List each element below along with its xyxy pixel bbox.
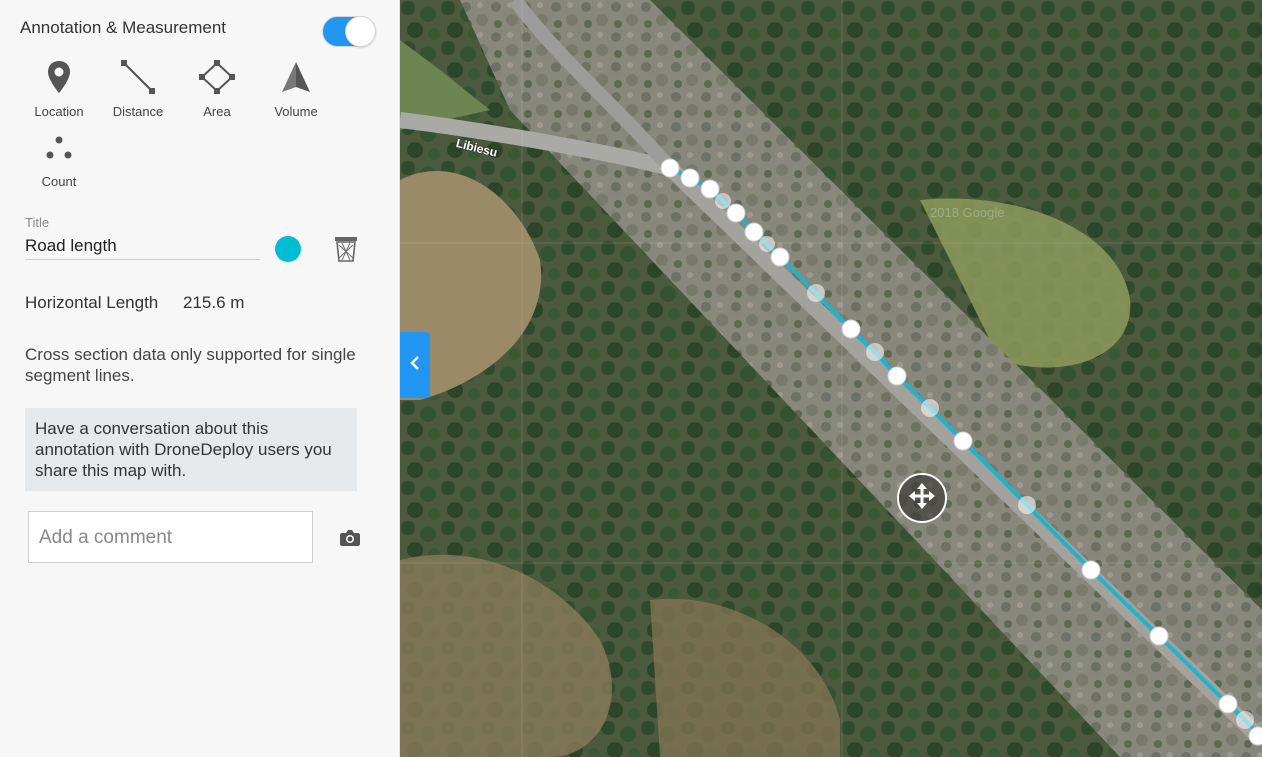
tool-distance[interactable]: Distance [98, 60, 178, 119]
delete-button[interactable] [334, 236, 358, 267]
location-pin-icon [19, 60, 99, 96]
satellite-imagery [400, 0, 1262, 757]
attach-photo-button[interactable] [340, 529, 360, 551]
annotation-panel: Annotation & Measurement Location Distan… [0, 0, 400, 757]
map-view[interactable]: Libiesu 2018 Google [400, 0, 1262, 757]
tool-count-label: Count [41, 174, 77, 189]
collapse-panel-button[interactable] [400, 332, 430, 398]
camera-icon [340, 530, 360, 550]
tool-volume[interactable]: Volume [256, 60, 336, 119]
distance-line-icon [98, 60, 178, 96]
map-watermark: 2018 Google [930, 205, 1005, 220]
tool-location[interactable]: Location [19, 60, 99, 119]
comment-input[interactable]: Add a comment [28, 511, 313, 563]
move-annotation-handle[interactable] [897, 473, 947, 523]
tool-area[interactable]: Area [177, 60, 257, 119]
conversation-info-box: Have a conversation about this annotatio… [25, 408, 357, 491]
title-field-label: Title [25, 215, 50, 230]
horizontal-length-value: 215.6 m [183, 293, 245, 312]
chevron-left-icon [410, 355, 420, 375]
count-dots-icon [19, 130, 99, 166]
horizontal-length-label: Horizontal Length [25, 293, 159, 312]
move-arrows-icon [908, 482, 936, 515]
tool-area-label: Area [203, 104, 231, 119]
cross-section-note: Cross section data only supported for si… [25, 345, 356, 385]
tool-volume-label: Volume [274, 104, 318, 119]
color-picker-button[interactable] [275, 236, 301, 262]
volume-pyramid-icon [256, 60, 336, 96]
tool-location-label: Location [34, 104, 84, 119]
tool-count[interactable]: Count [19, 130, 99, 189]
tool-distance-label: Distance [112, 104, 164, 119]
panel-title: Annotation & Measurement [20, 18, 227, 37]
area-polygon-icon [177, 60, 257, 96]
title-input[interactable]: Road length [25, 234, 260, 260]
annotation-toggle[interactable] [322, 16, 376, 47]
trash-icon [334, 237, 358, 266]
toggle-knob[interactable] [345, 16, 376, 47]
